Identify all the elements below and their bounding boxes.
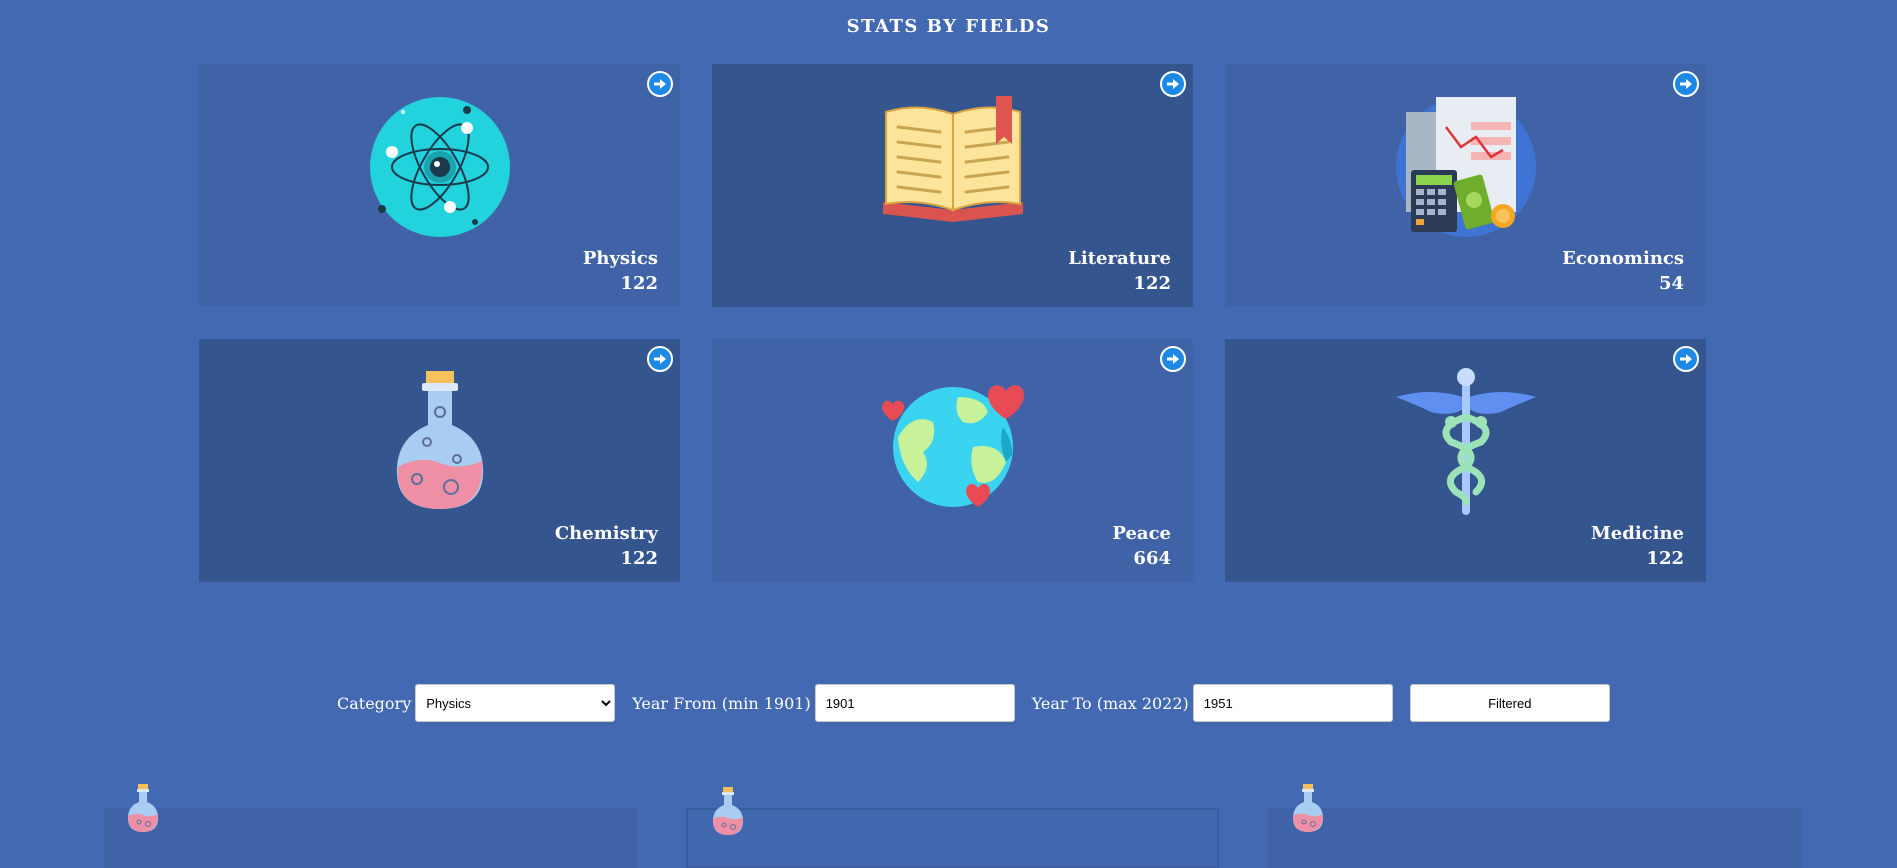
card-label: Medicine (1590, 523, 1684, 544)
card-count: 122 (620, 548, 658, 569)
year-to-label: Year To (max 2022) (1031, 693, 1189, 713)
caduceus-icon (1225, 367, 1706, 517)
category-label: Category (337, 693, 412, 713)
year-from-input[interactable] (814, 684, 1015, 722)
globe-hearts-icon (712, 367, 1193, 517)
book-icon (712, 92, 1193, 242)
result-card[interactable] (104, 808, 637, 868)
card-physics[interactable]: Physics 122 (199, 64, 680, 307)
card-count: 122 (620, 273, 658, 294)
card-economics[interactable]: Economincs 54 (1225, 64, 1706, 307)
card-label: Peace (1112, 523, 1171, 544)
flask-icon (1292, 784, 1324, 838)
year-from-label: Year From (min 1901) (632, 693, 811, 713)
card-label: Physics (582, 248, 658, 269)
economics-icon (1225, 92, 1706, 242)
year-to-input[interactable] (1192, 684, 1393, 722)
filter-bar: Category Physics Year From (min 1901) Ye… (337, 684, 1610, 722)
card-count: 664 (1133, 548, 1171, 569)
card-label: Chemistry (554, 523, 658, 544)
category-select[interactable]: Physics (415, 684, 616, 722)
card-medicine[interactable]: Medicine 122 (1225, 339, 1706, 582)
flask-icon (199, 367, 680, 517)
card-peace[interactable]: Peace 664 (712, 339, 1193, 582)
card-count: 122 (1646, 548, 1684, 569)
filter-submit-button[interactable]: Filtered (1409, 684, 1610, 722)
page-title: STATS BY FIELDS (846, 16, 1051, 37)
card-label: Literature (1068, 248, 1171, 269)
result-card[interactable] (686, 808, 1219, 868)
card-count: 54 (1658, 273, 1684, 294)
card-label: Economincs (1562, 248, 1684, 269)
atom-icon (199, 92, 680, 242)
flask-icon (712, 787, 744, 841)
flask-icon (127, 784, 159, 838)
card-chemistry[interactable]: Chemistry 122 (199, 339, 680, 582)
result-card[interactable] (1268, 808, 1801, 868)
card-literature[interactable]: Literature 122 (712, 64, 1193, 307)
card-count: 122 (1133, 273, 1171, 294)
